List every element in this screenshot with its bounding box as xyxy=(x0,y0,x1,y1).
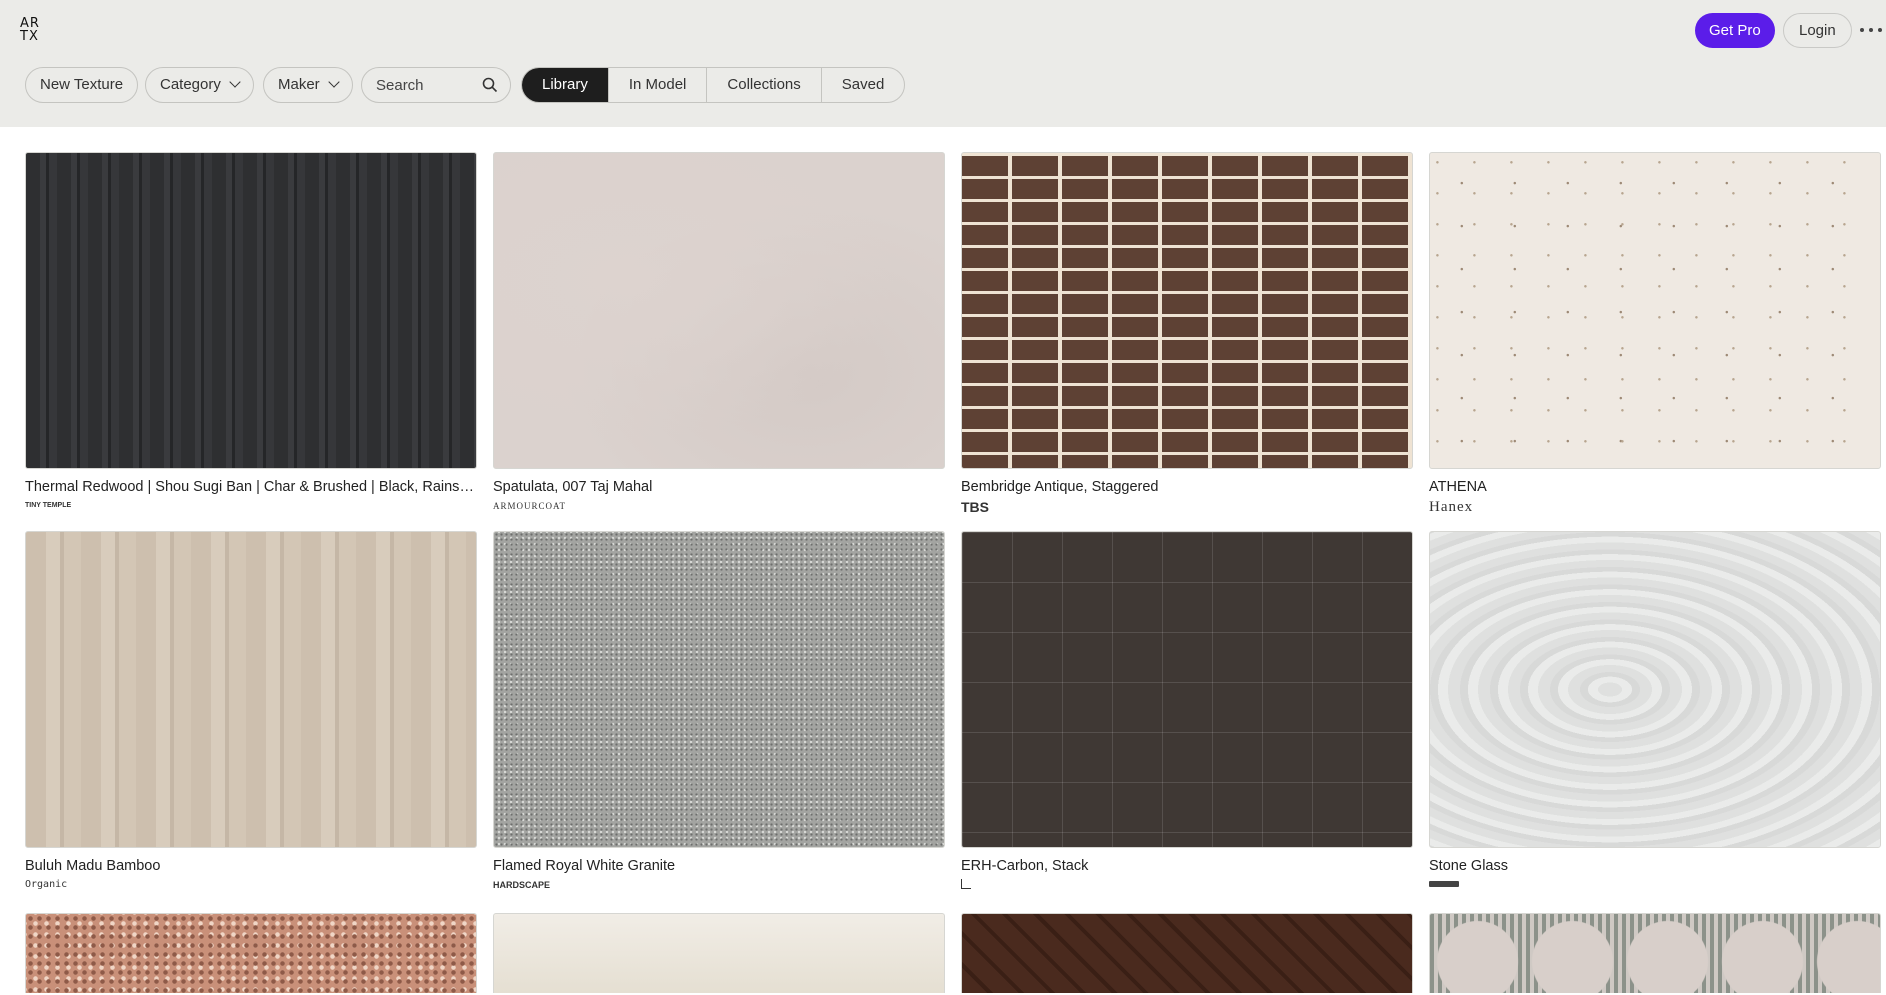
texture-title: Spatulata, 007 Taj Mahal xyxy=(493,479,653,495)
category-label: Category xyxy=(160,76,221,93)
texture-thumbnail[interactable] xyxy=(25,152,477,469)
tab-library[interactable]: Library xyxy=(522,68,608,102)
texture-thumbnail[interactable] xyxy=(25,913,477,993)
texture-title: Bembridge Antique, Staggered xyxy=(961,479,1159,495)
maker-logo: TBS xyxy=(961,499,989,515)
texture-thumbnail[interactable] xyxy=(493,531,945,848)
texture-card[interactable]: ERH-Carbon, Stack xyxy=(961,531,1413,891)
texture-thumbnail[interactable] xyxy=(1429,913,1881,993)
texture-card[interactable]: Spatulata, 007 Taj Mahal ARMOURCOAT xyxy=(493,152,945,512)
texture-thumbnail[interactable] xyxy=(493,913,945,993)
texture-card[interactable] xyxy=(25,913,477,993)
texture-title: Flamed Royal White Granite xyxy=(493,858,676,874)
texture-title: Stone Glass xyxy=(1429,858,1508,874)
texture-card[interactable]: Flamed Royal White Granite HARDSCAPE xyxy=(493,531,945,891)
texture-title: Thermal Redwood | Shou Sugi Ban | Char &… xyxy=(25,479,477,495)
maker-logo: Hanex xyxy=(1429,499,1474,515)
maker-logo: ARMOURCOAT xyxy=(493,501,567,511)
search-box xyxy=(361,67,511,103)
maker-logo xyxy=(1429,879,1881,891)
new-texture-button[interactable]: New Texture xyxy=(25,67,139,103)
texture-title: ATHENA xyxy=(1429,479,1487,495)
texture-card[interactable]: Buluh Madu Bamboo Organic xyxy=(25,531,477,891)
texture-card[interactable]: Bembridge Antique, Staggered TBS xyxy=(961,152,1413,514)
texture-title: ERH-Carbon, Stack xyxy=(961,858,1089,874)
maker-dropdown[interactable]: Maker xyxy=(263,67,353,103)
texture-card[interactable] xyxy=(1429,913,1881,993)
search-input[interactable] xyxy=(376,68,476,102)
texture-card[interactable] xyxy=(493,913,945,993)
tab-saved[interactable]: Saved xyxy=(820,68,905,102)
tab-collections[interactable]: Collections xyxy=(706,68,820,102)
texture-thumbnail[interactable] xyxy=(961,152,1413,469)
maker-logo: Organic xyxy=(25,879,68,890)
texture-card[interactable]: Thermal Redwood | Shou Sugi Ban | Char &… xyxy=(25,152,477,512)
texture-card[interactable]: Stone Glass xyxy=(1429,531,1881,891)
texture-thumbnail[interactable] xyxy=(961,531,1413,848)
logo-bottom: TX xyxy=(20,29,39,44)
login-button[interactable]: Login xyxy=(1783,13,1852,48)
new-texture-label: New Texture xyxy=(40,76,124,93)
texture-title: Buluh Madu Bamboo xyxy=(25,858,161,874)
search-icon[interactable] xyxy=(482,77,498,93)
chevron-down-icon xyxy=(328,76,340,88)
texture-card[interactable]: ATHENA Hanex xyxy=(1429,152,1881,515)
category-dropdown[interactable]: Category xyxy=(145,67,254,103)
tab-in-model[interactable]: In Model xyxy=(607,68,707,102)
artx-logo[interactable]: AR TX xyxy=(20,17,48,45)
texture-thumbnail[interactable] xyxy=(961,913,1413,993)
texture-thumbnail[interactable] xyxy=(1429,152,1881,469)
more-options-icon[interactable] xyxy=(1860,20,1882,40)
top-bar: AR TX Get Pro Login New Texture Category… xyxy=(0,0,1886,127)
texture-thumbnail[interactable] xyxy=(1429,531,1881,848)
get-pro-button[interactable]: Get Pro xyxy=(1695,13,1775,48)
texture-card[interactable] xyxy=(961,913,1413,993)
maker-logo: TINY TEMPLE xyxy=(25,502,72,509)
view-tabs: Library In Model Collections Saved xyxy=(521,67,906,103)
maker-label: Maker xyxy=(278,76,320,93)
texture-thumbnail[interactable] xyxy=(493,152,945,469)
chevron-down-icon xyxy=(229,76,241,88)
maker-logo xyxy=(961,879,1413,891)
maker-logo: HARDSCAPE xyxy=(493,880,551,890)
texture-thumbnail[interactable] xyxy=(25,531,477,848)
